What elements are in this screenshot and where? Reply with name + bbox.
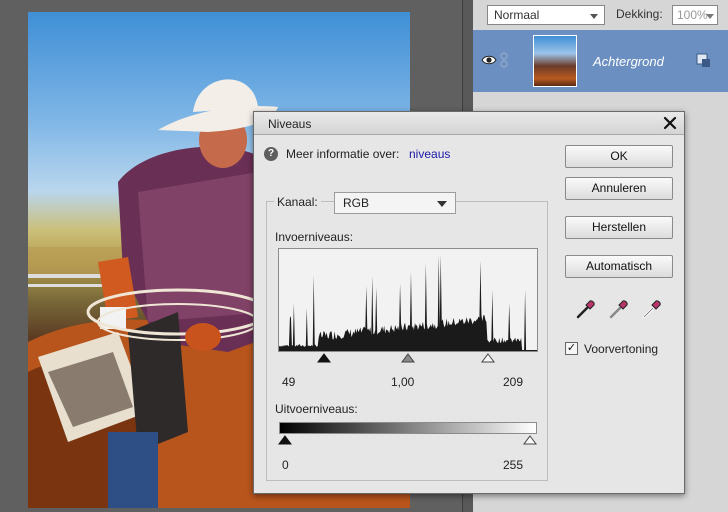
input-gamma-value[interactable]: 1,00 (391, 375, 414, 389)
channel-select[interactable]: RGB (334, 192, 456, 214)
help-icon: ? (264, 147, 278, 161)
eye-icon[interactable] (481, 54, 497, 66)
input-levels-slider[interactable] (278, 352, 538, 364)
layer-name[interactable]: Achtergrond (593, 54, 664, 69)
reset-button[interactable]: Herstellen (565, 216, 673, 239)
dialog-title: Niveaus (268, 117, 312, 131)
output-levels-label: Uitvoerniveaus: (275, 402, 358, 416)
preview-label[interactable]: Voorvertoning (584, 342, 658, 356)
layer-lock-icon[interactable] (695, 52, 711, 68)
layer-thumbnail[interactable] (533, 35, 577, 87)
auto-button[interactable]: Automatisch (565, 255, 673, 278)
input-black-value[interactable]: 49 (282, 375, 295, 389)
chevron-down-icon (590, 14, 598, 19)
eyedropper-black-icon[interactable] (575, 298, 597, 320)
output-levels-slider[interactable] (278, 434, 538, 446)
output-white-handle[interactable] (523, 435, 537, 445)
ok-button[interactable]: OK (565, 145, 673, 168)
close-icon[interactable] (662, 115, 678, 131)
link-icon[interactable] (500, 52, 508, 68)
channel-value: RGB (343, 196, 370, 210)
input-white-value[interactable]: 209 (503, 375, 523, 389)
input-white-handle[interactable] (481, 353, 495, 363)
eyedropper-gray-icon[interactable] (608, 298, 630, 320)
input-gamma-handle[interactable] (401, 353, 415, 363)
input-levels-label: Invoerniveaus: (275, 230, 354, 244)
chevron-down-icon (706, 14, 714, 19)
output-white-value[interactable]: 255 (503, 458, 523, 472)
histogram (278, 248, 538, 352)
preview-checkbox[interactable]: ✓ (565, 342, 578, 355)
info-text: Meer informatie over: (286, 147, 400, 161)
channel-label: Kanaal: (274, 195, 321, 209)
opacity-label: Dekking: (616, 7, 663, 21)
opacity-input[interactable]: 100% (672, 5, 718, 25)
chevron-down-icon (437, 201, 447, 207)
output-black-handle[interactable] (278, 435, 292, 445)
output-gradient-bar (279, 422, 537, 434)
opacity-value: 100% (677, 8, 708, 22)
eyedropper-white-icon[interactable] (641, 298, 663, 320)
layer-row-background[interactable]: Achtergrond (473, 30, 728, 92)
blend-mode-select[interactable]: Normaal (487, 5, 605, 25)
help-link[interactable]: niveaus (409, 147, 450, 161)
dialog-titlebar[interactable]: Niveaus (254, 112, 684, 135)
cancel-button[interactable]: Annuleren (565, 177, 673, 200)
blend-mode-value: Normaal (494, 8, 540, 22)
input-black-handle[interactable] (317, 353, 331, 363)
levels-dialog: Niveaus ? Meer informatie over: niveaus … (253, 111, 685, 494)
histogram-bars (279, 254, 537, 351)
output-black-value[interactable]: 0 (282, 458, 289, 472)
